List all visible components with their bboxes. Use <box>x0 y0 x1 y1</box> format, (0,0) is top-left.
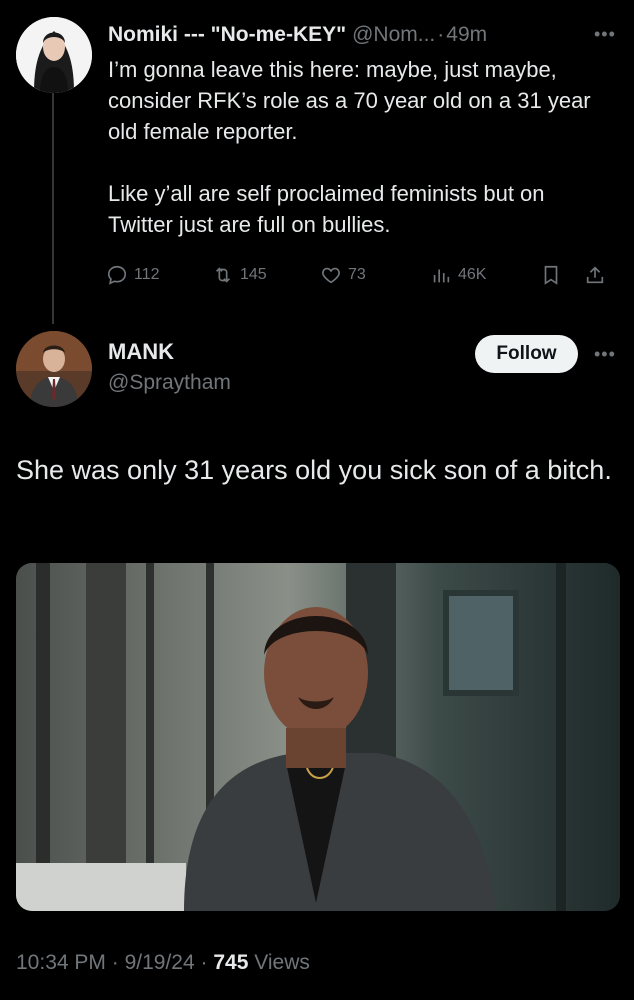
bookmark-button[interactable] <box>540 258 562 292</box>
author-name[interactable]: Nomiki --- "No-me-KEY" <box>108 23 346 47</box>
views-chart-icon <box>433 269 450 283</box>
like-button[interactable]: 73 <box>320 258 366 292</box>
reply-count: 112 <box>134 266 160 283</box>
author-handle[interactable]: @Nom... <box>352 23 435 47</box>
tweet-header: Nomiki --- "No-me-KEY" @Nom... · 49m <box>108 18 618 52</box>
like-count: 73 <box>348 266 366 283</box>
tweet-text: I’m gonna leave this here: maybe, just m… <box>108 54 613 240</box>
views-label: Views <box>254 951 310 974</box>
tweet-text: She was only 31 years old you sick son o… <box>16 455 612 485</box>
avatar[interactable] <box>16 331 92 407</box>
share-button[interactable] <box>584 258 606 292</box>
tweet-paragraph: Like y’all are self proclaimed feminists… <box>108 181 545 237</box>
reply-icon <box>107 265 127 285</box>
more-horizontal-icon[interactable]: ••• <box>594 24 616 45</box>
heart-icon <box>322 267 340 284</box>
author-name[interactable]: MANK <box>108 339 174 365</box>
follow-button[interactable]: Follow <box>475 335 578 373</box>
separator: · <box>437 23 445 46</box>
tweet-date[interactable]: 9/19/24 <box>125 951 195 974</box>
tweet-meta-footer: 10:34 PM · 9/19/24 · 745 Views <box>16 951 310 975</box>
separator: · <box>200 951 208 974</box>
more-horizontal-icon[interactable]: ••• <box>594 344 616 365</box>
repost-icon <box>215 267 231 283</box>
author-handle[interactable]: @Spraytham <box>108 371 231 395</box>
separator: · <box>111 951 119 974</box>
reply-button[interactable]: 112 <box>106 258 160 292</box>
repost-button[interactable]: 145 <box>212 258 267 292</box>
tweet-paragraph: I’m gonna leave this here: maybe, just m… <box>108 57 591 144</box>
avatar[interactable] <box>16 17 92 93</box>
tweet-media-image[interactable] <box>16 563 620 911</box>
photo-of-man-in-office <box>16 563 620 911</box>
share-icon <box>586 266 604 284</box>
tweet-time[interactable]: 10:34 PM <box>16 951 106 974</box>
avatar-photo-icon <box>16 17 92 93</box>
repost-count: 145 <box>240 266 267 283</box>
views-count: 46K <box>458 266 487 283</box>
avatar-photo-icon <box>16 331 92 407</box>
views-count: 745 <box>213 951 249 974</box>
tweet-timestamp[interactable]: 49m <box>446 23 487 47</box>
views-button[interactable]: 46K <box>430 258 486 292</box>
tweet-action-bar: 112 145 73 46K <box>106 258 618 292</box>
bookmark-icon <box>544 265 558 285</box>
thread-connector-line <box>52 92 54 324</box>
